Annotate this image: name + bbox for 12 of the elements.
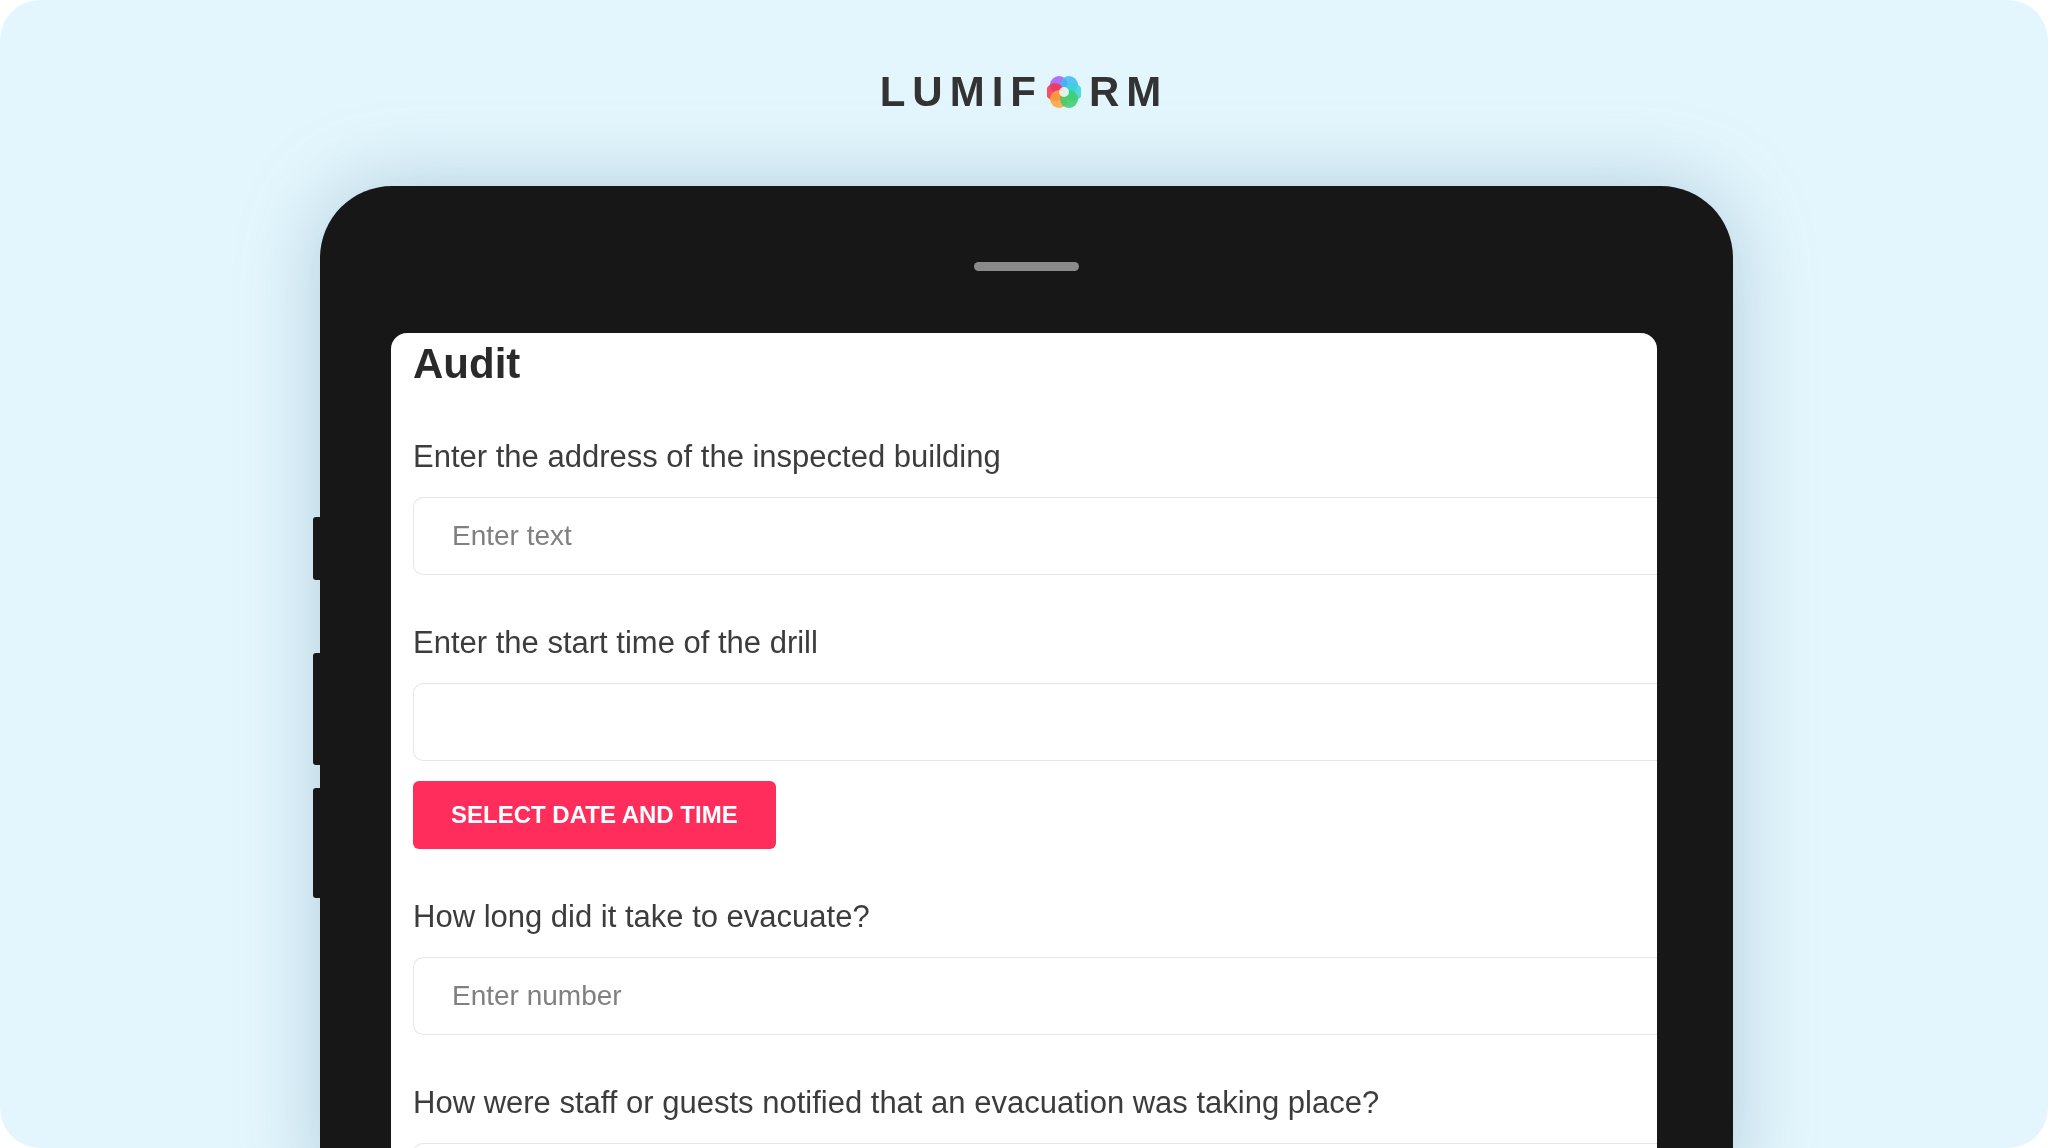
question-label: How were staff or guests notified that an evacuation was taking place? [413,1085,1381,1121]
question-label: Enter the address of the inspected building [413,439,1002,475]
form-title: Audit [413,339,522,389]
input-field[interactable]: Enter number [413,957,1657,1035]
question-label: How long did it take to evacuate? [413,899,871,935]
input-field[interactable] [413,683,1657,761]
select-date-button[interactable]: SELECT DATE AND TIME [413,781,776,849]
logo-text: LUMIF [879,71,1043,113]
flower-logo-icon [1047,74,1081,110]
question-label: Enter the start time of the drill [413,625,819,661]
input-field[interactable]: Enter text [413,497,1657,575]
logo-text: RM [1089,71,1169,113]
